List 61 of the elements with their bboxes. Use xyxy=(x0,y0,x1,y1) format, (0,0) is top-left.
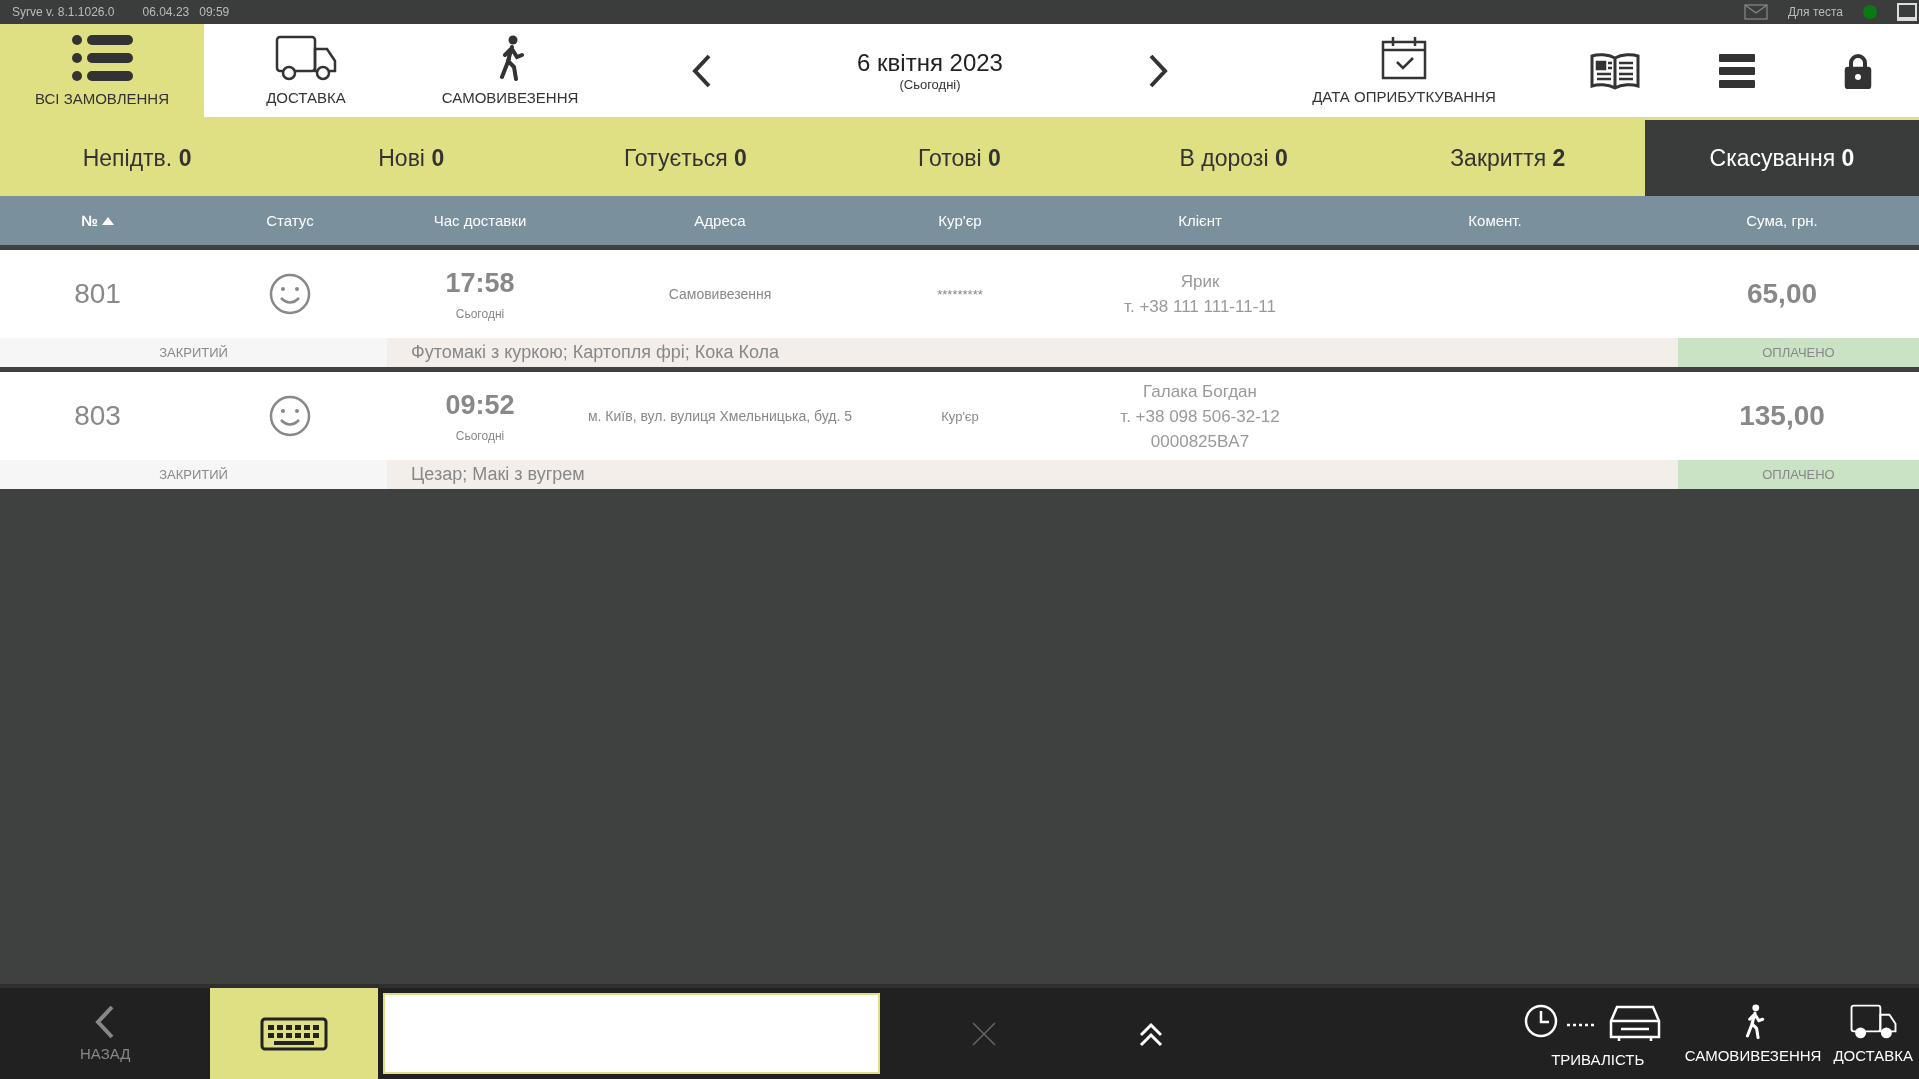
mail-icon xyxy=(1743,4,1768,20)
search-field[interactable] xyxy=(383,993,880,1074)
client-line: т. +38 098 506-32-12 xyxy=(1120,405,1280,428)
sort-ascending-icon xyxy=(101,216,114,225)
date-title: 6 квітня 2023 xyxy=(857,49,1003,77)
order-sum: 135,00 xyxy=(1739,400,1825,432)
client-line: Ярик xyxy=(1180,271,1220,293)
chevron-left-icon xyxy=(692,53,712,88)
filter-tab[interactable]: Готові 0 xyxy=(822,120,1097,196)
order-number: 803 xyxy=(74,400,121,432)
menu-icon xyxy=(1718,53,1755,88)
accounting-date-button[interactable]: ДАТА ОПРИБУТКУВАННЯ xyxy=(1254,24,1554,117)
smiley-icon xyxy=(269,395,311,437)
delivery-time: 09:52 xyxy=(445,389,515,421)
courier-text: ********* xyxy=(937,286,983,302)
filter-tab[interactable]: Скасування 0 xyxy=(1644,120,1919,196)
order-items: Футомакі з куркою; Картопля фрі; Кока Кола xyxy=(387,338,1678,367)
order-status: ЗАКРИТИЙ xyxy=(0,338,387,367)
truck-icon xyxy=(275,35,337,81)
order-status: ЗАКРИТИЙ xyxy=(0,460,387,489)
payment-status: ОПЛАЧЕНО xyxy=(1678,338,1919,367)
filter-tab[interactable]: Закриття 2 xyxy=(1370,120,1645,196)
keyboard-button[interactable] xyxy=(210,988,379,1079)
action-button[interactable]: ТРИВАЛІСТЬ xyxy=(1516,988,1679,1079)
client-line: Галака Богдан xyxy=(1143,380,1257,403)
version-label: Syrve v. 8.1.1026.0 xyxy=(12,5,115,19)
courier-text: Кур'єр xyxy=(941,408,979,424)
smiley-icon xyxy=(269,273,311,315)
terminal-label: Для теста xyxy=(1787,5,1843,19)
delivery-time: 17:58 xyxy=(445,267,515,299)
order-sum: 65,00 xyxy=(1746,278,1818,310)
book-icon xyxy=(1589,51,1640,90)
toolbar-tab[interactable]: ВСІ ЗАМОВЛЕННЯ xyxy=(0,24,204,117)
address-text: м. Київ, вул. вулиця Хмельницька, буд. 5 xyxy=(587,408,853,424)
payment-status: ОПЛАЧЕНО xyxy=(1678,460,1919,489)
calendar-icon xyxy=(1381,36,1427,80)
time-label: 09:59 xyxy=(199,5,230,19)
filter-tab[interactable]: Непідтв. 0 xyxy=(0,120,275,196)
date-subtitle: (Сьогодні) xyxy=(899,77,961,92)
double-chevron-up-icon xyxy=(1138,1020,1165,1047)
action-button[interactable]: САМОВИВЕЗЕННЯ xyxy=(1678,988,1828,1079)
address-text: Самовивезення xyxy=(668,286,772,302)
chevron-left-icon xyxy=(95,1005,116,1039)
filter-tab[interactable]: Готується 0 xyxy=(548,120,823,196)
back-button[interactable]: НАЗАД xyxy=(0,988,211,1079)
truck-icon xyxy=(1849,1003,1897,1039)
filter-tab[interactable]: В дорозі 0 xyxy=(1096,120,1371,196)
date-label: 06.04.23 xyxy=(142,5,190,19)
close-icon xyxy=(970,1020,997,1047)
filter-tab[interactable]: Нові 0 xyxy=(274,120,549,196)
order-number: 801 xyxy=(74,278,121,310)
list-icon xyxy=(71,34,133,82)
delivery-day: Сьогодні xyxy=(455,306,505,321)
delivery-day: Сьогодні xyxy=(455,428,505,443)
keyboard-icon xyxy=(260,1016,329,1051)
lock-icon xyxy=(1844,52,1873,89)
chevron-right-icon xyxy=(1148,53,1168,88)
client-line: 0000825BA7 xyxy=(1150,430,1250,453)
client-line: т. +38 111 111-11-11 xyxy=(1124,296,1276,318)
action-button[interactable]: ДОСТАВКА xyxy=(1827,988,1919,1079)
order-items: Цезар; Макі з вугрем xyxy=(387,460,1678,489)
